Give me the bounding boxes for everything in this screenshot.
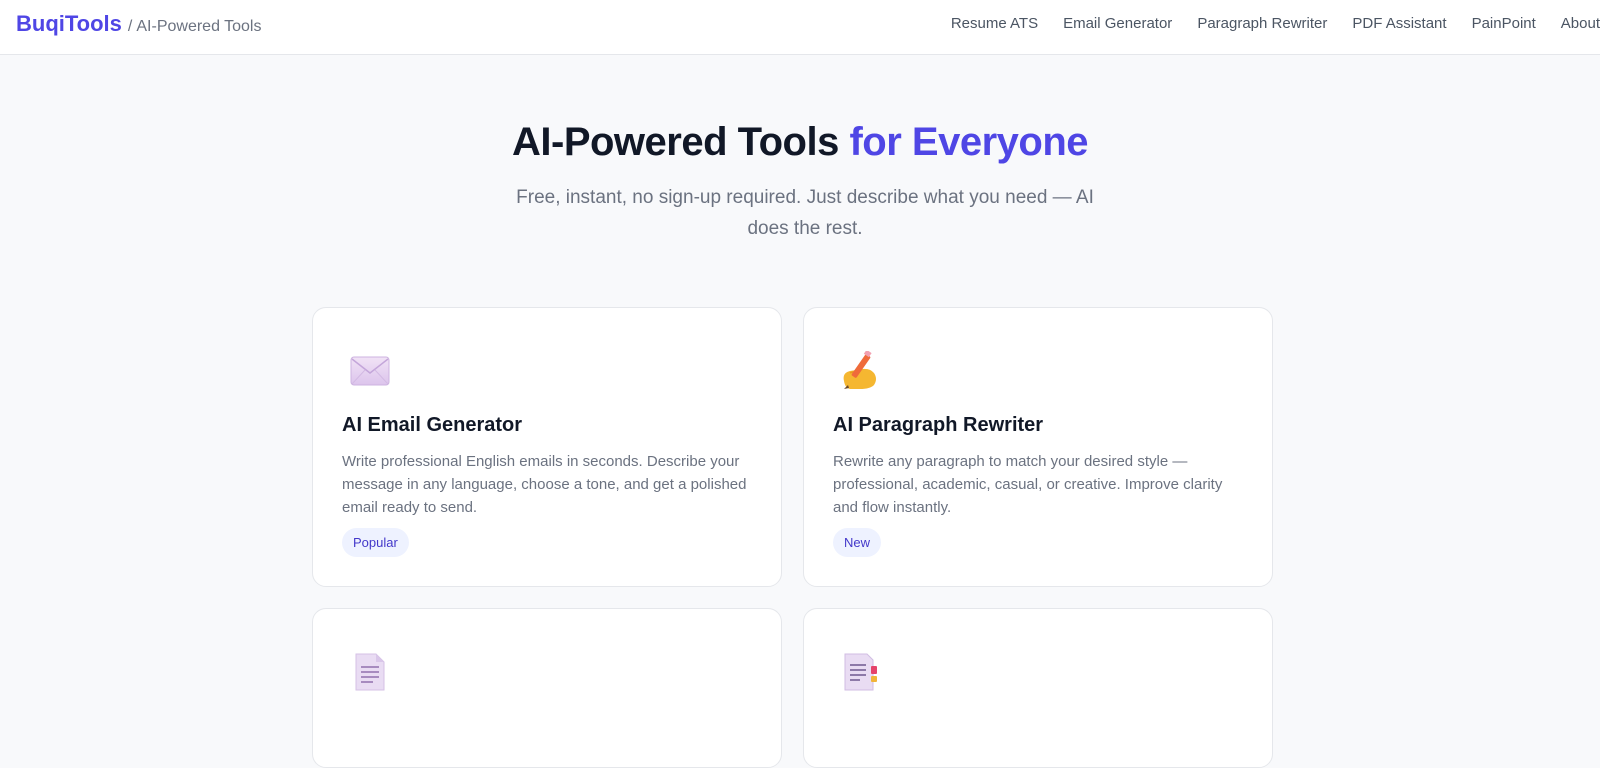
card-title: AI Email Generator (342, 414, 523, 436)
nav-link-resume-ats[interactable]: Resume ATS (951, 14, 1038, 34)
brand[interactable]: BuqiTools / AI-Powered Tools (16, 11, 261, 37)
nav-links: Resume ATS Email Generator Paragraph Rew… (951, 14, 1600, 34)
document-icon (347, 651, 393, 693)
top-nav: BuqiTools / AI-Powered Tools Resume ATS … (0, 0, 1600, 55)
nav-link-about[interactable]: About (1561, 14, 1600, 34)
nav-link-pdf-assistant[interactable]: PDF Assistant (1352, 14, 1446, 34)
envelope-icon (347, 350, 393, 392)
tool-card-pdf[interactable] (312, 608, 782, 768)
badge-new: New (833, 528, 882, 557)
hero-title-main: AI-Powered Tools (512, 120, 839, 164)
tool-card-email-generator[interactable]: AI Email Generator Write professional En… (312, 307, 782, 587)
card-description: Write professional English emails in sec… (342, 453, 747, 516)
card-title: AI Paragraph Rewriter (833, 414, 1044, 436)
nav-link-paragraph-rewriter[interactable]: Paragraph Rewriter (1197, 14, 1327, 34)
badge-popular: Popular (342, 528, 409, 557)
tool-card-document-edit[interactable] (803, 608, 1273, 768)
writing-hand-icon (838, 350, 884, 392)
nav-link-painpoint[interactable]: PainPoint (1472, 14, 1536, 34)
hero-subtitle: Free, instant, no sign-up required. Just… (516, 187, 1094, 239)
card-description: Rewrite any paragraph to match your desi… (833, 453, 1223, 516)
document-edit-icon (838, 651, 884, 693)
hero-title-accent: for Everyone (849, 120, 1088, 164)
hero-title: AI-Powered Tools for Everyone (0, 116, 1600, 168)
brand-subtitle: AI-Powered Tools (136, 18, 262, 35)
brand-logo-text[interactable]: BuqiTools (16, 11, 122, 37)
tool-card-paragraph-rewriter[interactable]: AI Paragraph Rewriter Rewrite any paragr… (803, 307, 1273, 587)
brand-separator: / (127, 18, 133, 35)
nav-link-email-generator[interactable]: Email Generator (1063, 14, 1172, 34)
